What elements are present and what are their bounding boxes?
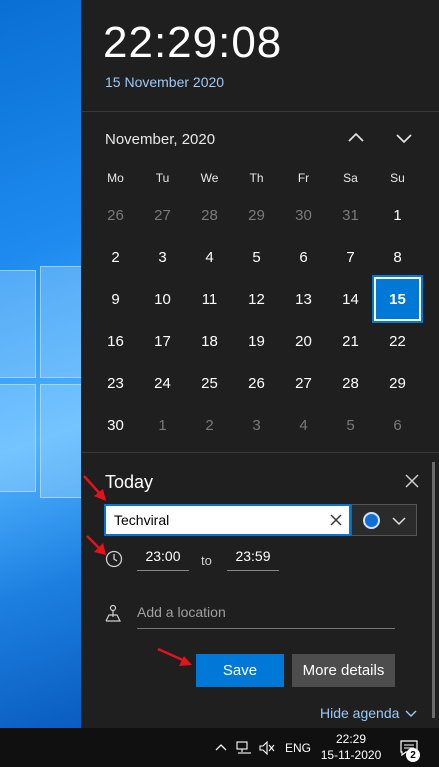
- calendar-day[interactable]: 12: [233, 277, 280, 321]
- end-time-field[interactable]: 23:59: [227, 548, 279, 571]
- event-color-picker[interactable]: [351, 504, 417, 536]
- calendar-day[interactable]: 6: [280, 235, 327, 279]
- calendar-day[interactable]: 21: [327, 319, 374, 363]
- windows-logo-pane: [0, 270, 36, 378]
- windows-logo-pane: [40, 384, 81, 498]
- weekday-label: Tu: [155, 171, 170, 185]
- volume-button[interactable]: [256, 728, 278, 767]
- calendar-day[interactable]: 17: [139, 319, 186, 363]
- weekday-label: Su: [390, 171, 405, 185]
- annotation-arrow-icon: [83, 475, 106, 501]
- calendar-day[interactable]: 25: [186, 361, 233, 405]
- taskbar-date: 15-11-2020: [320, 748, 382, 762]
- event-name-field[interactable]: [104, 504, 351, 536]
- next-month-button[interactable]: [390, 124, 418, 152]
- save-button[interactable]: Save: [196, 654, 284, 687]
- calendar-day[interactable]: 29: [233, 193, 280, 237]
- calendar-day[interactable]: 19: [233, 319, 280, 363]
- chevron-up-icon: [215, 743, 227, 750]
- calendar-day[interactable]: 28: [327, 361, 374, 405]
- to-label: to: [201, 553, 212, 568]
- calendar-day[interactable]: 4: [280, 403, 327, 447]
- network-icon: [236, 740, 251, 754]
- calendar-day[interactable]: 7: [327, 235, 374, 279]
- weekday-label: Fr: [297, 171, 310, 185]
- previous-month-button[interactable]: [342, 124, 370, 152]
- calendar-day[interactable]: 26: [233, 361, 280, 405]
- annotation-arrow-icon: [86, 535, 106, 555]
- location-icon: [105, 604, 121, 622]
- date-time-flyout: 22:29:08 15 November 2020 November, 2020…: [81, 0, 439, 728]
- calendar-day[interactable]: 1: [374, 193, 421, 237]
- divider: [82, 111, 439, 112]
- calendar-day[interactable]: 16: [92, 319, 139, 363]
- calendar-day[interactable]: 2: [92, 235, 139, 279]
- weekday-label: We: [200, 171, 219, 185]
- start-time-field[interactable]: 23:00: [137, 548, 189, 571]
- close-icon[interactable]: [401, 470, 423, 492]
- calendar-day[interactable]: 1: [139, 403, 186, 447]
- calendar-day[interactable]: 18: [186, 319, 233, 363]
- calendar-day[interactable]: 30: [280, 193, 327, 237]
- chevron-down-icon: [392, 517, 406, 526]
- weekday-label: Mo: [107, 171, 124, 185]
- calendar-day[interactable]: 4: [186, 235, 233, 279]
- calendar-day[interactable]: 3: [139, 235, 186, 279]
- more-details-button[interactable]: More details: [292, 654, 395, 687]
- calendar-day[interactable]: 14: [327, 277, 374, 321]
- notification-count-badge: 2: [406, 748, 420, 762]
- color-swatch: [363, 512, 380, 529]
- calendar-day[interactable]: 24: [139, 361, 186, 405]
- calendar-day[interactable]: 5: [233, 235, 280, 279]
- calendar-day[interactable]: 22: [374, 319, 421, 363]
- language-indicator[interactable]: ENG: [282, 728, 314, 767]
- agenda-title: Today: [105, 472, 154, 492]
- calendar-day[interactable]: 13: [280, 277, 327, 321]
- windows-logo-pane: [0, 384, 36, 492]
- event-name-input[interactable]: [114, 512, 314, 528]
- calendar-day[interactable]: 29: [374, 361, 421, 405]
- calendar-day[interactable]: 28: [186, 193, 233, 237]
- taskbar-clock[interactable]: 22:29 15-11-2020: [318, 731, 384, 763]
- calendar-day[interactable]: 27: [280, 361, 327, 405]
- calendar-day-today[interactable]: 15: [372, 275, 423, 323]
- calendar-day[interactable]: 2: [186, 403, 233, 447]
- hide-agenda-label: Hide agenda: [320, 705, 400, 721]
- calendar-day[interactable]: 23: [92, 361, 139, 405]
- clear-icon[interactable]: [329, 513, 343, 527]
- annotation-arrow-icon: [157, 647, 192, 666]
- agenda-scrollbar[interactable]: [432, 462, 435, 718]
- weekday-label: Sa: [343, 171, 358, 185]
- volume-muted-icon: [259, 740, 275, 755]
- desktop-wallpaper: [0, 0, 81, 728]
- network-button[interactable]: [233, 728, 255, 767]
- calendar-day[interactable]: 27: [139, 193, 186, 237]
- calendar-day[interactable]: 8: [374, 235, 421, 279]
- calendar-day[interactable]: 31: [327, 193, 374, 237]
- calendar-day[interactable]: 5: [327, 403, 374, 447]
- calendar-day[interactable]: 11: [186, 277, 233, 321]
- taskbar: ENG 22:29 15-11-2020: [0, 728, 439, 767]
- calendar-day[interactable]: 20: [280, 319, 327, 363]
- calendar-day[interactable]: 30: [92, 403, 139, 447]
- current-time: 22:29:08: [103, 18, 283, 67]
- show-hidden-icons-button[interactable]: [210, 728, 232, 767]
- calendar-day[interactable]: 9: [92, 277, 139, 321]
- chevron-up-icon: [348, 132, 364, 142]
- chevron-down-icon: [405, 710, 417, 717]
- calendar-day[interactable]: 26: [92, 193, 139, 237]
- divider: [82, 452, 439, 453]
- calendar-day[interactable]: 3: [233, 403, 280, 447]
- chevron-down-icon: [396, 134, 412, 144]
- calendar-day[interactable]: 10: [139, 277, 186, 321]
- windows-logo-pane: [40, 266, 81, 378]
- current-date-link[interactable]: 15 November 2020: [105, 74, 224, 90]
- calendar-day[interactable]: 6: [374, 403, 421, 447]
- month-label[interactable]: November, 2020: [105, 131, 215, 148]
- location-input[interactable]: Add a location: [137, 604, 395, 629]
- weekday-label: Th: [249, 171, 264, 185]
- taskbar-time: 22:29: [335, 732, 367, 746]
- hide-agenda-link[interactable]: Hide agenda: [320, 705, 417, 721]
